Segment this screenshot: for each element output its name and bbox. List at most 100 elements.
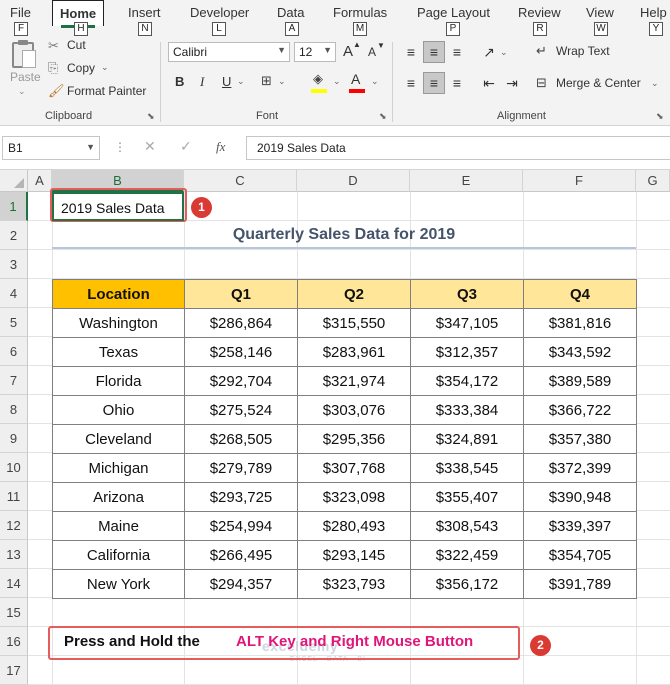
formula-input[interactable]: 2019 Sales Data (246, 136, 670, 160)
underline-dropdown-icon[interactable]: ⌄ (237, 76, 245, 87)
align-center-icon[interactable]: ≡ (423, 72, 445, 94)
sales-cell[interactable]: $293,725 (184, 482, 298, 512)
sales-cell[interactable]: $354,705 (523, 540, 637, 570)
row-header-14[interactable]: 14 (0, 569, 28, 598)
sales-cell[interactable]: $347,105 (410, 308, 524, 338)
sales-cell[interactable]: $268,505 (184, 424, 298, 454)
row-header-9[interactable]: 9 (0, 424, 28, 453)
copy-dropdown-icon[interactable]: ⌄ (101, 62, 109, 73)
header-q2[interactable]: Q2 (297, 279, 411, 309)
location-cell[interactable]: Ohio (52, 395, 185, 425)
sales-cell[interactable]: $343,592 (523, 337, 637, 367)
alignment-launcher-icon[interactable]: ⬊ (656, 111, 664, 122)
row-header-10[interactable]: 10 (0, 453, 28, 482)
location-cell[interactable]: New York (52, 569, 185, 599)
fill-dropdown-icon[interactable]: ⌄ (333, 76, 341, 87)
row-header-1[interactable]: 1 (0, 192, 28, 221)
format-painter-icon[interactable]: 🖌 (48, 83, 65, 99)
shrink-font-button[interactable]: A (368, 45, 376, 59)
sales-cell[interactable]: $280,493 (297, 511, 411, 541)
name-box[interactable]: B1 ▼ (2, 136, 100, 160)
location-cell[interactable]: Washington (52, 308, 185, 338)
header-q1[interactable]: Q1 (184, 279, 298, 309)
tab-developer[interactable]: Developer (190, 5, 249, 20)
decrease-indent-icon[interactable]: ⇤ (478, 72, 500, 94)
align-right-icon[interactable]: ≡ (446, 72, 468, 94)
row-header-11[interactable]: 11 (0, 482, 28, 511)
location-cell[interactable]: Arizona (52, 482, 185, 512)
sales-cell[interactable]: $295,356 (297, 424, 411, 454)
sales-cell[interactable]: $254,994 (184, 511, 298, 541)
align-bottom-icon[interactable]: ≡ (446, 41, 468, 63)
sales-cell[interactable]: $312,357 (410, 337, 524, 367)
sales-cell[interactable]: $266,495 (184, 540, 298, 570)
sales-cell[interactable]: $275,524 (184, 395, 298, 425)
merge-center-button[interactable]: Merge & Center (556, 76, 641, 90)
bold-button[interactable]: B (175, 74, 184, 89)
merge-dropdown-icon[interactable]: ⌄ (651, 78, 659, 89)
sales-cell[interactable]: $315,550 (297, 308, 411, 338)
location-cell[interactable]: Maine (52, 511, 185, 541)
column-header-g[interactable]: G (636, 170, 670, 192)
underline-button[interactable]: U (222, 74, 231, 89)
sales-cell[interactable]: $292,704 (184, 366, 298, 396)
column-header-a[interactable]: A (28, 170, 52, 192)
sales-cell[interactable]: $258,146 (184, 337, 298, 367)
align-middle-icon[interactable]: ≡ (423, 41, 445, 63)
sales-cell[interactable]: $323,793 (297, 569, 411, 599)
align-top-icon[interactable]: ≡ (400, 41, 422, 63)
tab-review[interactable]: Review (518, 5, 561, 20)
column-header-e[interactable]: E (410, 170, 523, 192)
sales-cell[interactable]: $339,397 (523, 511, 637, 541)
column-header-f[interactable]: F (523, 170, 636, 192)
row-header-12[interactable]: 12 (0, 511, 28, 540)
scissors-icon[interactable]: ✂ (48, 38, 59, 54)
sales-cell[interactable]: $307,768 (297, 453, 411, 483)
insert-function-icon[interactable]: fx (216, 139, 225, 155)
sales-cell[interactable]: $321,974 (297, 366, 411, 396)
sales-cell[interactable]: $294,357 (184, 569, 298, 599)
sales-cell[interactable]: $357,380 (523, 424, 637, 454)
merge-center-icon[interactable]: ⊟ (536, 75, 547, 91)
clipboard-launcher-icon[interactable]: ⬊ (147, 111, 155, 122)
wrap-text-button[interactable]: Wrap Text (556, 44, 610, 58)
align-left-icon[interactable]: ≡ (400, 72, 422, 94)
format-painter-button[interactable]: Format Painter (67, 84, 146, 98)
sales-cell[interactable]: $323,098 (297, 482, 411, 512)
header-q3[interactable]: Q3 (410, 279, 524, 309)
cell-b1[interactable]: 2019 Sales Data (52, 192, 184, 221)
tab-formulas[interactable]: Formulas (333, 5, 387, 20)
row-header-8[interactable]: 8 (0, 395, 28, 424)
sales-cell[interactable]: $366,722 (523, 395, 637, 425)
font-color-dropdown-icon[interactable]: ⌄ (371, 76, 379, 87)
paste-icon[interactable] (10, 40, 38, 70)
tab-insert[interactable]: Insert (128, 5, 161, 20)
sales-cell[interactable]: $381,816 (523, 308, 637, 338)
row-header-5[interactable]: 5 (0, 308, 28, 337)
borders-icon[interactable]: ⊞ (261, 73, 272, 89)
location-cell[interactable]: Texas (52, 337, 185, 367)
sales-cell[interactable]: $286,864 (184, 308, 298, 338)
sales-cell[interactable]: $372,399 (523, 453, 637, 483)
font-size-combo[interactable]: 12 ▼ (294, 42, 336, 62)
increase-indent-icon[interactable]: ⇥ (501, 72, 523, 94)
row-header-17[interactable]: 17 (0, 656, 28, 685)
location-cell[interactable]: Cleveland (52, 424, 185, 454)
sales-cell[interactable]: $303,076 (297, 395, 411, 425)
sales-cell[interactable]: $333,384 (410, 395, 524, 425)
tab-help[interactable]: Help (640, 5, 667, 20)
tab-data[interactable]: Data (277, 5, 304, 20)
tab-file[interactable]: File (10, 5, 31, 20)
sales-cell[interactable]: $356,172 (410, 569, 524, 599)
worksheet-grid[interactable]: A B C D E F G 1 2 3 4 5 6 7 8 9 10 11 12 13 14 15 16 17 … (0, 170, 670, 685)
copy-button[interactable]: Copy (67, 61, 95, 75)
orientation-dropdown-icon[interactable]: ⌄ (500, 47, 508, 58)
sales-cell[interactable]: $324,891 (410, 424, 524, 454)
location-cell[interactable]: Michigan (52, 453, 185, 483)
sales-cell[interactable]: $279,789 (184, 453, 298, 483)
row-header-13[interactable]: 13 (0, 540, 28, 569)
sales-cell[interactable]: $308,543 (410, 511, 524, 541)
row-header-3[interactable]: 3 (0, 250, 28, 279)
borders-dropdown-icon[interactable]: ⌄ (278, 76, 286, 87)
font-name-combo[interactable]: Calibri ▼ (168, 42, 290, 62)
